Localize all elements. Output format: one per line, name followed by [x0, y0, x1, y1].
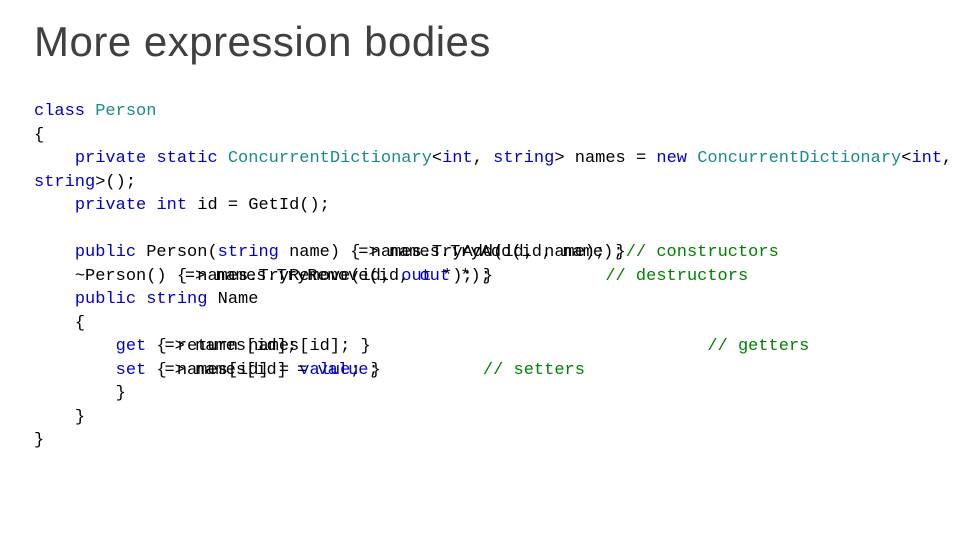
get-body-overlap: { return names[id]; }=> names[id]; [156, 335, 370, 359]
kw-set: set [116, 361, 147, 380]
brace-close-extra: } [116, 384, 126, 403]
space [85, 102, 95, 121]
set-a-tail: ; } [350, 361, 381, 380]
indent [34, 149, 75, 168]
kw-string3: string [218, 243, 279, 262]
ctor-body-a: { names.TryAdd(id, name); } [350, 243, 625, 262]
comment-dtors: // destructors [605, 267, 748, 286]
kw-static: static [156, 149, 217, 168]
kw-public2: public [75, 290, 136, 309]
kw-string4: string [146, 290, 207, 309]
dtor-a-tail: *); } [432, 267, 493, 286]
kw-private: private [75, 149, 146, 168]
kw-out: out [401, 267, 432, 286]
kw-int3: int [156, 196, 187, 215]
indent2 [34, 384, 116, 403]
indent2 [34, 361, 116, 380]
name-rparen: name) [279, 243, 350, 262]
pad3 [381, 361, 483, 380]
comma: , [473, 149, 493, 168]
slide: More expression bodies class Person { pr… [0, 0, 979, 551]
comment-getters: // getters [707, 337, 809, 356]
kw-private2: private [75, 196, 146, 215]
dtor-pre: ~Person() [75, 267, 177, 286]
space2 [136, 290, 146, 309]
type-cd: ConcurrentDictionary [228, 149, 432, 168]
ctor-body-overlap: { names.TryAdd(id, name); }=> names.TryA… [350, 241, 625, 265]
lt2: < [901, 149, 911, 168]
txt2: >(); [95, 173, 136, 192]
pad2 [371, 337, 708, 356]
indent2 [34, 337, 116, 356]
brace-open2: { [75, 314, 85, 333]
set-body-overlap: { names[id] = value; }=> names[id] = val… [156, 359, 380, 383]
indent [34, 196, 75, 215]
name-prop: Name [207, 290, 258, 309]
pad [493, 267, 605, 286]
kw-get: get [116, 337, 147, 356]
kw-int2: int [911, 149, 942, 168]
get-body-a: { return names[id]; } [156, 337, 370, 356]
indent [34, 243, 75, 262]
kw-class: class [34, 102, 85, 121]
kw-string: string [493, 149, 554, 168]
brace-open: { [34, 126, 44, 145]
kw-value: value [299, 361, 350, 380]
brace-close2: } [75, 408, 85, 427]
comma2: , [942, 149, 962, 168]
indent [34, 408, 75, 427]
kw-string2: string [34, 173, 95, 192]
dtor-body-a: { names.TryRemove(id, out *); } [177, 267, 493, 286]
dtor-a-head: { names.TryRemove(id, [177, 267, 401, 286]
indent [34, 267, 75, 286]
set-a-head: { names[id] = [156, 361, 299, 380]
lt: < [432, 149, 442, 168]
kw-int: int [442, 149, 473, 168]
brace-close3: } [34, 431, 44, 450]
slide-title: More expression bodies [34, 18, 491, 66]
kw-new: new [656, 149, 687, 168]
set-body-a: { names[id] = value; } [156, 361, 380, 380]
kw-public: public [75, 243, 136, 262]
comment-setters: // setters [483, 361, 585, 380]
type-cd2: ConcurrentDictionary [697, 149, 901, 168]
indent [34, 290, 75, 309]
dtor-body-overlap: { names.TryRemove(id, out *); }=> names.… [177, 265, 493, 289]
type-person: Person [95, 102, 156, 121]
txt: > names = [554, 149, 656, 168]
code-block: class Person { private static Concurrent… [34, 100, 949, 453]
comment-ctors: // constructors [626, 243, 779, 262]
person-paren: Person( [136, 243, 218, 262]
indent [34, 314, 75, 333]
id-decl: id = GetId(); [187, 196, 330, 215]
